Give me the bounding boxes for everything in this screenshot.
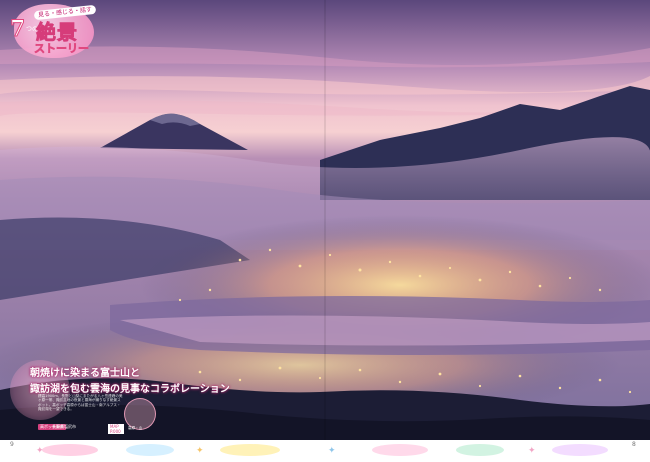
star-icon: ✦: [328, 446, 336, 456]
caption-line-1: 朝焼けに染まる富士山と: [30, 368, 140, 379]
footer-blob: [126, 444, 174, 456]
spot-location: 長野県塩尻市: [52, 424, 76, 429]
star-icon: ✦: [36, 446, 44, 456]
badge-subtitle: ストーリー: [34, 42, 90, 56]
category-label: 高原・山: [128, 426, 143, 430]
footer-band: ✦ ✦ ✦ ✦: [0, 440, 650, 458]
footer-blob: [220, 444, 280, 456]
star-icon: ✦: [196, 446, 204, 456]
footer-blob: [372, 444, 428, 456]
page-fold: [324, 0, 326, 440]
footer-blob: [456, 444, 504, 456]
spot-info: 標高1900m、長野と山梨にまたがる八ヶ岳連峰の美ヶ原一帯、諏訪盆地の夜景と雲海…: [38, 394, 124, 434]
footer-blob: [552, 444, 608, 456]
photo-spread: 見る・感じる・話す 7 つの 絶景 ストーリー 朝焼けに染まる富士山と 諏訪湖を…: [0, 0, 650, 440]
footer-blob: [42, 444, 98, 456]
spot-description: 標高1900m、長野と山梨にまたがる八ヶ岳連峰の美ヶ原一帯、諏訪盆地の夜景と雲海…: [38, 394, 123, 412]
footer-decoration: ✦ ✦ ✦ ✦: [36, 444, 608, 456]
caption-line-2: 諏訪湖を包む雲海の見事なコラボレーション: [30, 384, 230, 395]
star-icon: ✦: [528, 446, 536, 456]
page-number-right: 8: [632, 441, 636, 448]
title-badge: 見る・感じる・話す 7 つの 絶景 ストーリー: [4, 2, 98, 60]
page-number-left: 9: [10, 441, 14, 448]
map-reference[interactable]: MAP P.000: [108, 424, 124, 434]
badge-number: 7: [9, 16, 26, 43]
